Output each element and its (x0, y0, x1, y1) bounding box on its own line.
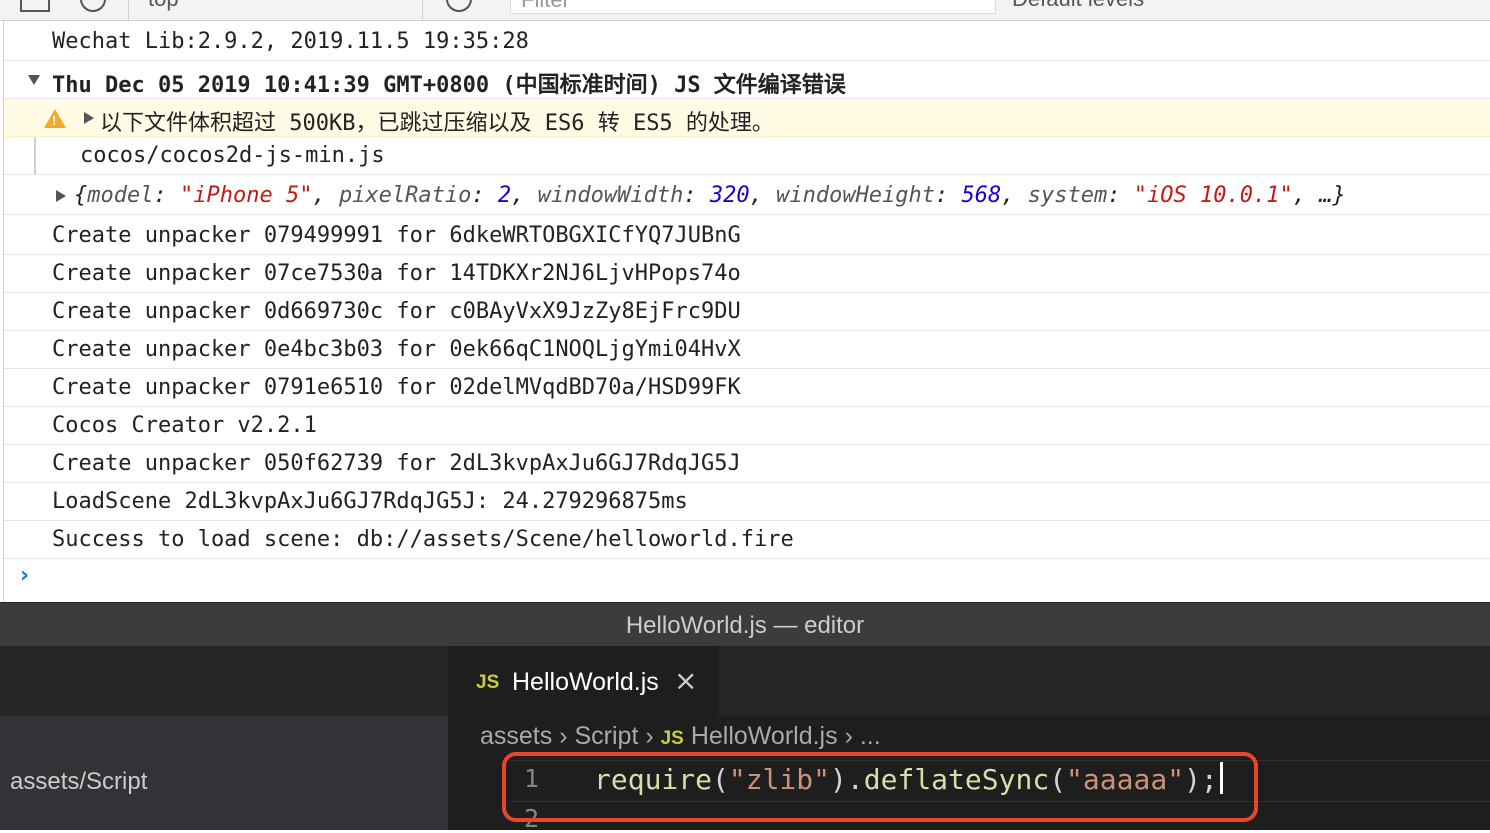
log-text: Cocos Creator v2.2.1 (52, 413, 317, 438)
log-text: Success to load scene: db://assets/Scene… (52, 527, 794, 552)
toolbar-divider (422, 0, 423, 20)
console-object-row[interactable]: {model: "iPhone 5", pixelRatio: 2, windo… (4, 177, 1490, 215)
console-prompt-icon[interactable]: › (20, 563, 29, 588)
breadcrumb-assets[interactable]: assets (480, 722, 552, 750)
tab-helloworld-js[interactable]: JS HelloWorld.js × (448, 646, 718, 716)
collapse-triangle-icon[interactable] (84, 112, 94, 124)
breadcrumb[interactable]: assets › Script › JS HelloWorld.js › ... (480, 722, 881, 751)
context-selector[interactable]: top (148, 0, 179, 12)
window-title: HelloWorld.js — editor (625, 612, 865, 639)
console-panel: Wechat Lib:2.9.2, 2019.11.5 19:35:28 Thu… (0, 21, 1490, 601)
console-message: Create unpacker 0d669730c for c0BAyVxX9J… (4, 293, 1490, 331)
console-message: Success to load scene: db://assets/Scene… (4, 521, 1490, 559)
log-text: Create unpacker 0d669730c for c0BAyVxX9J… (52, 299, 741, 324)
devtools-toolbar: top Filter Default levels (0, 0, 1490, 21)
clear-console-icon[interactable] (80, 0, 106, 12)
highlight-annotation-box (502, 752, 1258, 822)
sidebar-header (0, 646, 448, 716)
warning-icon: ! (44, 109, 66, 128)
log-text: cocos/cocos2d-js-min.js (80, 143, 385, 168)
js-file-icon: JS (476, 672, 500, 693)
console-message: Wechat Lib:2.9.2, 2019.11.5 19:35:28 (4, 23, 1490, 61)
console-message: Create unpacker 079499991 for 6dkeWRTOBG… (4, 217, 1490, 255)
sidebar-toggle-icon[interactable] (20, 0, 50, 12)
warning-text: 以下文件体积超过 500KB，已跳过压缩以及 ES6 转 ES5 的处理。 (100, 111, 774, 136)
log-text: Create unpacker 079499991 for 6dkeWRTOBG… (52, 223, 741, 248)
group-title: Thu Dec 05 2019 10:41:39 GMT+0800 (中国标准时… (52, 73, 846, 98)
console-message: cocos/cocos2d-js-min.js (4, 137, 1490, 175)
console-message: Create unpacker 07ce7530a for 14TDKXr2NJ… (4, 255, 1490, 293)
toolbar-divider (128, 0, 129, 20)
log-text: Wechat Lib:2.9.2, 2019.11.5 19:35:28 (52, 29, 529, 54)
code-editor-window: HelloWorld.js — editor assets/Script JS … (0, 602, 1490, 833)
close-icon[interactable]: × (674, 664, 697, 697)
log-text: Create unpacker 050f62739 for 2dL3kvpAxJ… (52, 451, 741, 476)
log-text: Create unpacker 0e4bc3b03 for 0ek66qC1NO… (52, 337, 741, 362)
expand-object-icon[interactable] (56, 190, 66, 202)
log-levels-dropdown[interactable]: Default levels (1012, 0, 1144, 12)
console-message: Create unpacker 0791e6510 for 02delMVqdB… (4, 369, 1490, 407)
breadcrumb-script[interactable]: Script (574, 722, 638, 750)
log-text: Create unpacker 0791e6510 for 02delMVqdB… (52, 375, 741, 400)
tab-label: HelloWorld.js (512, 668, 659, 696)
eye-icon[interactable] (446, 0, 472, 12)
explorer-sidebar[interactable]: assets/Script (0, 716, 448, 830)
object-preview[interactable]: {model: "iPhone 5", pixelRatio: 2, windo… (74, 183, 1346, 208)
expand-triangle-icon[interactable] (28, 75, 40, 85)
filter-placeholder: Filter (521, 0, 570, 13)
log-text: Create unpacker 07ce7530a for 14TDKXr2NJ… (52, 261, 741, 286)
editor-tabstrip: JS HelloWorld.js × (448, 646, 1490, 716)
console-message: Cocos Creator v2.2.1 (4, 407, 1490, 445)
js-file-icon: JS (660, 728, 684, 749)
filter-input[interactable]: Filter (510, 0, 996, 14)
sidebar-folder-label[interactable]: assets/Script (10, 768, 147, 796)
breadcrumb-more[interactable]: ... (860, 722, 881, 750)
console-warning[interactable]: ! 以下文件体积超过 500KB，已跳过压缩以及 ES6 转 ES5 的处理。 (4, 99, 1490, 137)
window-titlebar: HelloWorld.js — editor (0, 602, 1490, 647)
group-indent-line (34, 137, 36, 175)
log-text: LoadScene 2dL3kvpAxJu6GJ7RdqJG5J: 24.279… (52, 489, 688, 514)
console-message: LoadScene 2dL3kvpAxJu6GJ7RdqJG5J: 24.279… (4, 483, 1490, 521)
console-group-header[interactable]: Thu Dec 05 2019 10:41:39 GMT+0800 (中国标准时… (4, 61, 1490, 99)
console-message: Create unpacker 0e4bc3b03 for 0ek66qC1NO… (4, 331, 1490, 369)
console-message: Create unpacker 050f62739 for 2dL3kvpAxJ… (4, 445, 1490, 483)
breadcrumb-file[interactable]: HelloWorld.js (691, 722, 838, 750)
